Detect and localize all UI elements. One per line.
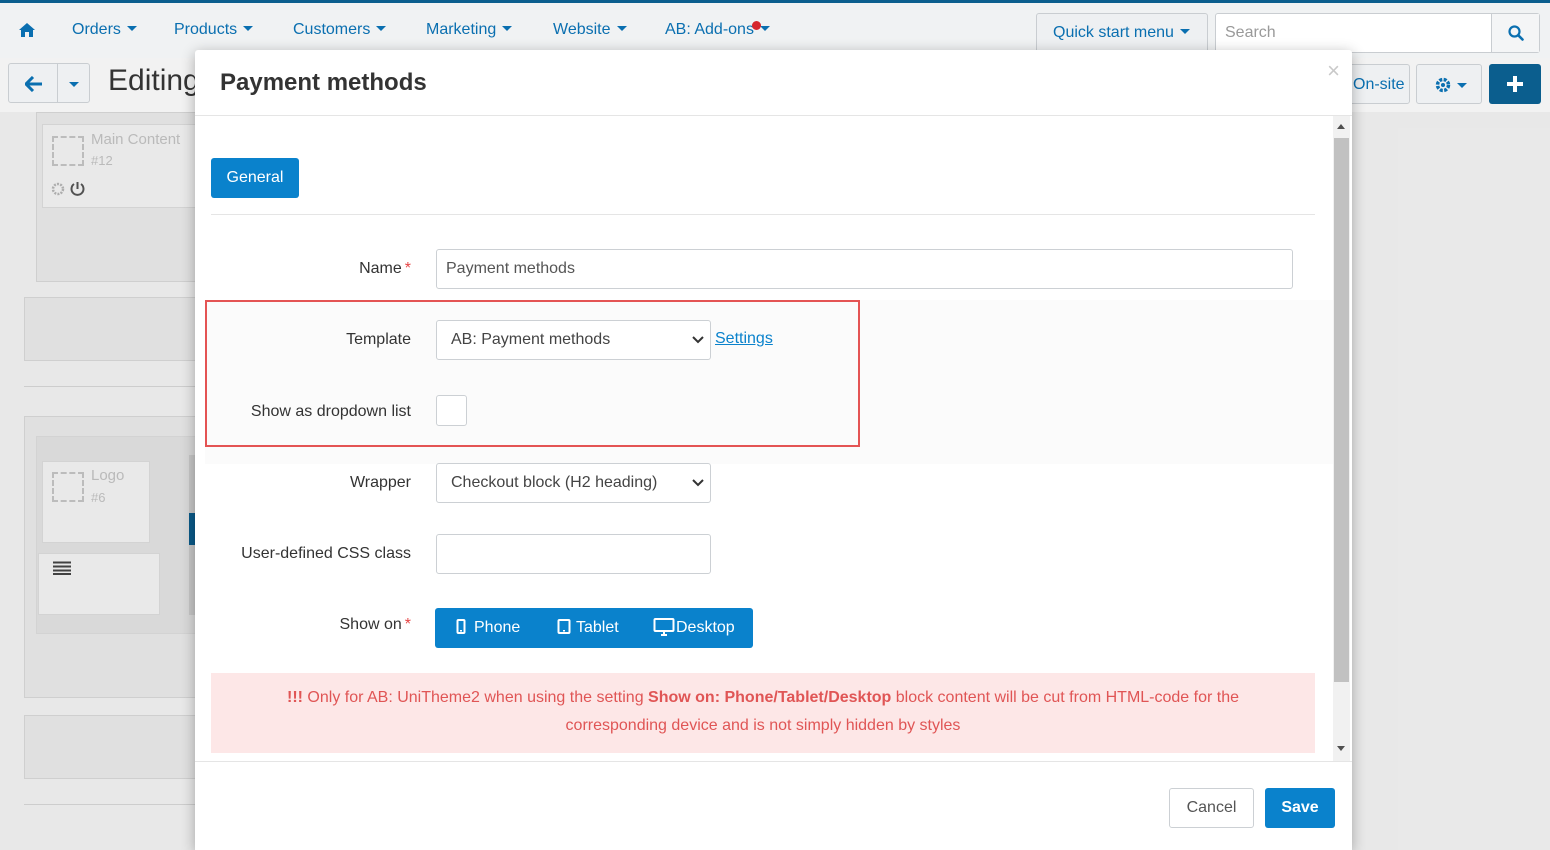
device-notice: !!! Only for AB: UniTheme2 when using th…: [211, 673, 1315, 753]
notice-line-2: corresponding device and is not simply h…: [565, 717, 961, 734]
chevron-down-icon: [616, 26, 627, 31]
tablet-icon: [557, 619, 571, 634]
nav-products-label: Products: [174, 21, 238, 38]
settings-dropdown-button[interactable]: [1416, 64, 1482, 104]
cancel-button[interactable]: Cancel: [1169, 788, 1254, 828]
nav-products[interactable]: Products: [174, 21, 254, 39]
notice-bold: Show on: Phone/Tablet/Desktop: [648, 689, 892, 706]
search-box: [1215, 13, 1540, 53]
scroll-up-icon[interactable]: [1337, 124, 1345, 129]
nav-website-label: Website: [553, 21, 611, 38]
template-select[interactable]: AB: Payment methods: [436, 320, 711, 360]
device-toggle-group: Phone Tablet Desktop: [435, 608, 753, 648]
nav-customers-label: Customers: [293, 21, 371, 38]
chevron-down-icon: [1457, 83, 1467, 88]
tab-general[interactable]: General: [211, 158, 299, 198]
chevron-down-icon: [692, 336, 704, 344]
scroll-down-icon[interactable]: [1337, 746, 1345, 751]
desktop-icon: [653, 618, 675, 636]
plus-icon: [1507, 76, 1523, 92]
notification-dot: [752, 21, 761, 30]
chevron-down-icon: [243, 26, 254, 31]
device-phone-toggle[interactable]: Phone: [435, 608, 539, 648]
dialog-scrollbar-thumb[interactable]: [1334, 138, 1349, 682]
chevron-down-icon: [1179, 29, 1190, 34]
chevron-down-icon: [126, 26, 137, 31]
required-mark: *: [404, 260, 411, 277]
back-button[interactable]: [8, 63, 58, 103]
nav-marketing-label: Marketing: [426, 21, 497, 38]
nav-orders[interactable]: Orders: [72, 21, 137, 39]
payment-methods-dialog: Payment methods × General Name* Template…: [195, 50, 1352, 850]
page-title: Editing: [108, 64, 200, 97]
required-mark: *: [404, 616, 411, 633]
template-settings-link[interactable]: Settings: [715, 330, 773, 348]
notice-text: Only for AB: UniTheme2 when using the se…: [302, 689, 649, 706]
search-button[interactable]: [1491, 14, 1539, 52]
phone-icon: [456, 619, 466, 634]
chevron-down-icon: [69, 82, 79, 87]
quick-start-label: Quick start menu: [1053, 24, 1174, 41]
notice-prefix: !!!: [286, 689, 303, 706]
wrapper-label: Wrapper: [349, 474, 411, 491]
wrapper-select-value: Checkout block (H2 heading): [451, 474, 658, 491]
chevron-down-icon: [502, 26, 513, 31]
css-class-input[interactable]: [436, 534, 711, 574]
chevron-down-icon: [759, 26, 770, 31]
save-button[interactable]: Save: [1265, 788, 1335, 828]
search-input[interactable]: [1216, 14, 1492, 52]
template-select-value: AB: Payment methods: [451, 331, 611, 348]
notice-text: block content will be cut from HTML-code…: [891, 689, 1240, 706]
css-class-label: User-defined CSS class: [241, 545, 411, 562]
chevron-down-icon: [692, 479, 704, 487]
nav-orders-label: Orders: [72, 21, 121, 38]
template-label: Template: [346, 331, 411, 348]
nav-addons-label: AB: Add-ons: [665, 21, 754, 38]
show-on-label: Show on *: [201, 616, 412, 634]
show-on-label-text: Show on: [339, 616, 402, 633]
device-phone-label: Phone: [474, 619, 521, 636]
chevron-down-icon: [376, 26, 387, 31]
nav-customers[interactable]: Customers: [293, 21, 387, 39]
on-site-label: On-site: [1353, 76, 1405, 93]
dropdown-list-label: Show as dropdown list: [250, 403, 411, 420]
gear-icon: [1435, 77, 1451, 93]
device-tablet-label: Tablet: [576, 619, 619, 636]
wrapper-select[interactable]: Checkout block (H2 heading): [436, 463, 711, 503]
add-button[interactable]: [1489, 64, 1541, 104]
dialog-title: Payment methods: [220, 69, 427, 96]
close-icon[interactable]: ×: [1327, 60, 1340, 82]
quick-start-menu-button[interactable]: Quick start menu: [1036, 13, 1208, 53]
nav-website[interactable]: Website: [553, 21, 627, 39]
device-desktop-toggle[interactable]: Desktop: [639, 608, 753, 648]
name-input[interactable]: [436, 249, 1293, 289]
device-tablet-toggle[interactable]: Tablet: [539, 608, 639, 648]
arrow-left-icon: [25, 76, 42, 92]
dialog-body: General Name* Template AB: Payment metho…: [195, 116, 1352, 761]
nav-marketing[interactable]: Marketing: [426, 21, 513, 39]
dialog-footer-divider: [195, 761, 1352, 762]
dropdown-list-checkbox[interactable]: [436, 395, 467, 426]
home-icon[interactable]: [18, 22, 36, 38]
tab-divider: [211, 214, 1315, 215]
device-desktop-label: Desktop: [676, 619, 735, 636]
notice-line-1: !!! Only for AB: UniTheme2 when using th…: [211, 684, 1315, 712]
name-label-text: Name: [359, 260, 402, 277]
search-icon: [1508, 25, 1524, 41]
back-dropdown-button[interactable]: [57, 63, 90, 103]
name-label: Name *: [201, 260, 411, 278]
